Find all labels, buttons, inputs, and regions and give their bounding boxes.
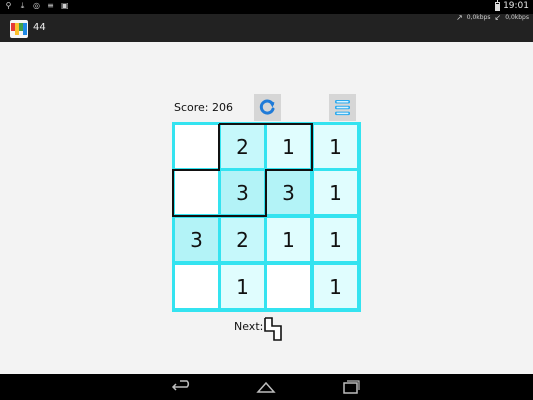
- home-button[interactable]: [254, 378, 278, 396]
- refresh-button[interactable]: [254, 94, 281, 121]
- status-bar: ⚲ ⤓ ◎ ≡ ▣ 19:01: [0, 0, 533, 14]
- clock: 19:01: [503, 1, 529, 11]
- board-cell[interactable]: [175, 171, 218, 214]
- download-speed: 0,0kbps: [505, 14, 529, 21]
- usb-icon: ⚲: [5, 1, 12, 10]
- board-cell[interactable]: 3: [221, 171, 264, 214]
- menu-icon: [335, 100, 350, 116]
- app-title: 44: [33, 22, 46, 33]
- upload-arrow-icon: ↗: [456, 13, 463, 22]
- board-cell[interactable]: 1: [221, 265, 264, 308]
- recents-button[interactable]: [339, 378, 363, 396]
- board-cell[interactable]: [267, 265, 310, 308]
- wifi-settings-icon: ◎: [33, 1, 40, 10]
- board-cell[interactable]: [175, 125, 218, 168]
- home-icon: [256, 381, 276, 393]
- next-label: Next:: [234, 320, 264, 333]
- score-label: Score: 206: [174, 101, 234, 114]
- recents-icon: [343, 380, 360, 394]
- download-icon: ⤓: [20, 1, 25, 10]
- app-logo-icon: [10, 20, 28, 38]
- photo-icon: ▣: [61, 1, 69, 10]
- next-piece-icon: [264, 317, 282, 341]
- refresh-icon: [259, 99, 275, 115]
- game-board[interactable]: 2 1 1 3 3 1 3 2 1 1 1 1: [172, 122, 361, 312]
- board-cell[interactable]: [175, 265, 218, 308]
- back-icon: [171, 380, 190, 391]
- board-cell[interactable]: 1: [314, 265, 357, 308]
- board-cell[interactable]: 1: [314, 218, 357, 261]
- navigation-bar: [0, 374, 533, 400]
- menu-lines-icon: ≡: [47, 1, 54, 10]
- board-cell[interactable]: 3: [267, 171, 310, 214]
- board-cell[interactable]: 1: [267, 125, 310, 168]
- board-cell[interactable]: 2: [221, 125, 264, 168]
- status-right: 19:01: [495, 0, 529, 11]
- menu-button[interactable]: [329, 94, 356, 121]
- board-cell[interactable]: 1: [267, 218, 310, 261]
- board-cell[interactable]: 1: [314, 171, 357, 214]
- notification-icons: ⚲ ⤓ ◎ ≡ ▣: [5, 1, 69, 10]
- upload-speed: 0,0kbps: [466, 14, 491, 21]
- board-cell[interactable]: 3: [175, 218, 218, 261]
- back-button[interactable]: [170, 378, 194, 396]
- network-speed: ↗ 0,0kbps ↙ 0,0kbps: [456, 13, 529, 22]
- battery-icon: [495, 0, 501, 11]
- board-cell[interactable]: 1: [314, 125, 357, 168]
- board-cell[interactable]: 2: [221, 218, 264, 261]
- download-arrow-icon: ↙: [494, 13, 502, 22]
- action-bar: 44 ↗ 0,0kbps ↙ 0,0kbps: [0, 13, 533, 42]
